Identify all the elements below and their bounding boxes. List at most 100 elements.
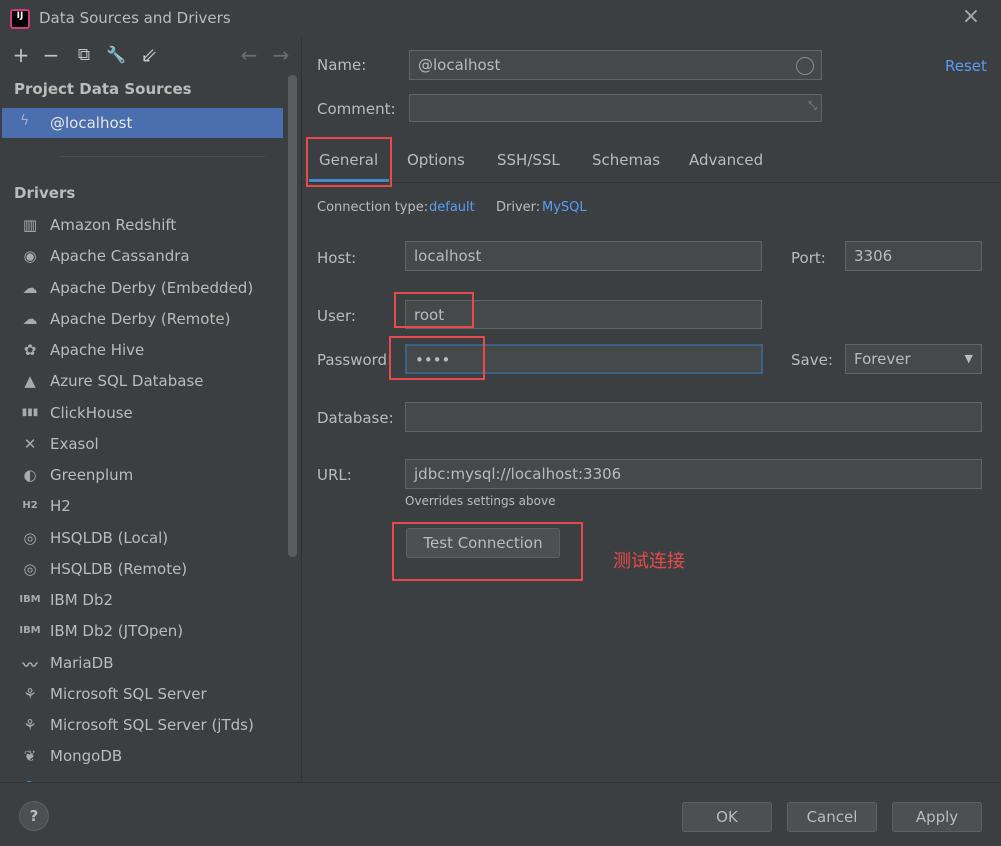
host-label: Host: [317,249,357,267]
data-source-localhost[interactable]: ϟ @localhost [2,108,283,138]
url-field[interactable]: jdbc:mysql://localhost:3306 [405,459,982,489]
name-field[interactable]: @localhost [409,50,822,80]
expand-icon[interactable]: ⤡ [808,99,817,113]
forward-arrow-icon[interactable]: → [271,44,291,66]
driver-icon: 〰 [22,655,38,674]
app-logo-icon: IJ [10,9,30,29]
driver-label: Azure SQL Database [50,372,204,391]
save-select-value: Forever [854,350,911,368]
sidebar-item-driver[interactable]: 〰 MariaDB [0,649,285,680]
sidebar-item-driver[interactable]: ▥ Amazon Redshift [0,211,285,242]
chevron-down-icon: ▼ [964,352,973,365]
driver-link[interactable]: MySQL [542,200,587,215]
comment-field[interactable]: ⤡ [409,94,822,122]
project-data-sources-heading: Project Data Sources [14,80,192,98]
name-label: Name: [317,56,367,74]
ok-button[interactable]: OK [682,802,772,832]
driver-icon: ▥ [22,216,38,234]
reset-link[interactable]: Reset [945,57,987,75]
save-select[interactable]: Forever ▼ [845,344,982,374]
driver-icon: ▮▮▮ [21,406,39,418]
user-label: User: [317,307,356,325]
sidebar-item-driver[interactable]: ⚘ Microsoft SQL Server (jTds) [0,711,285,742]
driver-label: ClickHouse [50,403,133,422]
sidebar-item-driver[interactable]: 🐬MySQL [0,774,285,783]
driver-label: Greenplum [50,466,134,484]
sidebar-item-driver[interactable]: IBM IBM Db2 [0,586,285,617]
driver-icon: ⚘ [23,684,37,703]
drivers-list: ▥ Amazon Redshift ◉ Apache Cassandra ☁ Apache… [0,211,285,782]
close-icon[interactable]: × [960,6,982,28]
driver-label: MariaDB [50,653,114,672]
sidebar-item-driver[interactable]: H2 H2 [0,492,285,523]
annotation-text: 测试连接 [613,551,685,572]
drivers-heading: Drivers [14,184,76,202]
help-button[interactable]: ? [19,801,49,831]
sidebar-item-driver[interactable]: ▲ Azure SQL Database [0,367,285,398]
driver-label: Apache Cassandra [50,247,190,266]
sidebar-scrollbar[interactable] [288,75,297,557]
import-icon[interactable]: ⇙ [139,44,159,66]
sidebar-item-driver[interactable]: ▮▮▮ ClickHouse [0,399,285,430]
driver-icon: ✿ [23,341,37,359]
remove-icon[interactable]: − [41,44,61,66]
apply-button[interactable]: Apply [892,802,982,832]
driver-icon: IBM [19,594,41,605]
driver-icon: ✕ [23,434,37,453]
driver-icon: ☁ [22,309,38,328]
driver-label: Apache Derby (Remote) [50,309,231,328]
cancel-button[interactable]: Cancel [787,802,877,832]
annotation-box-test [392,522,583,581]
driver-label: Driver: [496,200,541,215]
driver-label: Microsoft SQL Server [50,684,207,703]
settings-wrench-icon[interactable]: 🔧 [106,44,126,66]
window-title: Data Sources and Drivers [39,9,231,27]
sidebar-item-driver[interactable]: ◉ Apache Cassandra [0,242,285,273]
sidebar-item-driver[interactable]: ◐ Greenplum [0,461,285,492]
sidebar-item-driver[interactable]: ⚘ Microsoft SQL Server [0,680,285,711]
tab-ssh-ssl[interactable]: SSH/SSL [497,151,560,169]
tab-options[interactable]: Options [407,151,465,169]
back-arrow-icon[interactable]: ← [239,44,259,66]
add-icon[interactable]: + [11,44,31,66]
driver-icon: ◎ [23,528,37,547]
data-source-label: @localhost [50,114,133,132]
tab-schemas[interactable]: Schemas [592,151,660,169]
comment-label: Comment: [317,100,396,118]
driver-icon: ◉ [23,247,37,266]
sidebar-item-driver[interactable]: ✕ Exasol [0,430,285,461]
sidebar-item-driver[interactable]: ☁ Apache Derby (Remote) [0,305,285,336]
annotation-box-user [394,292,474,328]
color-circle-icon[interactable] [796,57,814,75]
password-label: Password: [317,351,393,369]
driver-label: Exasol [50,434,99,453]
connection-type-label: Connection type: [317,200,429,215]
copy-icon[interactable]: ⧉ [74,44,94,66]
database-field[interactable] [405,402,982,432]
sidebar-item-driver[interactable]: IBM IBM Db2 (JTOpen) [0,617,285,648]
sidebar-divider [60,156,265,157]
sidebar-item-driver[interactable]: ◎ HSQLDB (Local) [0,524,285,555]
driver-label: H2 [50,497,71,516]
tab-advanced[interactable]: Advanced [689,151,763,169]
host-field[interactable]: localhost [405,241,762,271]
driver-label: IBM Db2 [50,591,114,609]
port-label: Port: [791,249,826,267]
driver-icon: ❦ [23,747,37,766]
sidebar-item-driver[interactable]: ◎ HSQLDB (Remote) [0,555,285,586]
driver-icon: ⚘ [23,716,37,734]
driver-icon: ☁ [22,278,38,297]
connection-type-link[interactable]: default [429,200,475,215]
driver-label: Apache Hive [50,341,145,359]
tabs-baseline [301,182,1001,183]
port-field[interactable]: 3306 [845,241,982,271]
save-label: Save: [791,351,833,369]
driver-label: MongoDB [50,747,123,766]
driver-label: IBM Db2 (JTOpen) [50,622,184,641]
name-value: @localhost [418,56,501,74]
driver-label: HSQLDB (Local) [50,528,169,547]
sidebar-item-driver[interactable]: ☁ Apache Derby (Embedded) [0,274,285,305]
driver-icon: H2 [22,500,38,512]
sidebar-item-driver[interactable]: ✿ Apache Hive [0,336,285,367]
sidebar-item-driver[interactable]: ❦ MongoDB [0,742,285,773]
